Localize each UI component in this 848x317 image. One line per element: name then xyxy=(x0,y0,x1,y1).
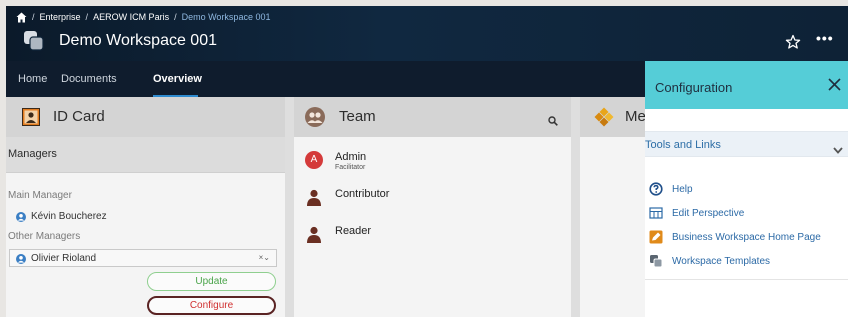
favorite-star-icon[interactable] xyxy=(785,34,801,50)
main-manager-entry[interactable]: Kévin Boucherez xyxy=(16,211,107,222)
breadcrumb-item-aerow[interactable]: AEROW ICM Paris xyxy=(93,12,169,22)
team-header: Team xyxy=(294,97,571,137)
team-member-contributor[interactable]: Contributor xyxy=(305,188,389,206)
tools-and-links-section[interactable]: Tools and Links xyxy=(645,131,848,157)
member-name: Contributor xyxy=(335,188,390,200)
other-managers-label: Other Managers xyxy=(8,231,81,242)
select-clear-toggle[interactable]: ×⌄ xyxy=(259,253,270,262)
other-manager-name: Olivier Rioland xyxy=(31,253,97,264)
breadcrumb-separator: / xyxy=(32,12,35,22)
member-role: Facilitator xyxy=(335,164,366,171)
id-card-panel: ID Card Managers Main Manager Kévin Bouc… xyxy=(6,97,285,317)
main-manager-name: Kévin Boucherez xyxy=(31,211,107,222)
person-icon xyxy=(305,225,323,243)
configuration-title: Configuration xyxy=(655,80,733,95)
id-card-title: ID Card xyxy=(53,108,105,125)
third-panel-title: Me xyxy=(625,108,646,125)
chevron-down-icon[interactable] xyxy=(833,141,843,154)
workspace-title: Demo Workspace 001 xyxy=(59,32,217,49)
team-icon xyxy=(305,107,325,127)
home-icon[interactable] xyxy=(16,12,27,23)
update-button[interactable]: Update xyxy=(147,272,276,291)
link-business-workspace-home-page[interactable]: Business Workspace Home Page xyxy=(649,230,821,244)
person-icon xyxy=(305,188,323,206)
breadcrumb-separator: / xyxy=(174,12,177,22)
templates-icon xyxy=(649,254,663,268)
perspective-icon xyxy=(649,206,663,220)
link-label: Edit Perspective xyxy=(672,207,745,219)
member-name: Admin xyxy=(335,151,367,163)
member-name: Reader xyxy=(335,225,372,237)
breadcrumb-separator: / xyxy=(85,12,89,22)
user-icon xyxy=(16,253,26,264)
team-title: Team xyxy=(339,108,376,125)
breadcrumb: / Enterprise / AEROW ICM Paris / Demo Wo… xyxy=(16,10,270,24)
link-label: Help xyxy=(672,183,693,195)
link-label: Business Workspace Home Page xyxy=(672,231,821,243)
tab-overview[interactable]: Overview xyxy=(153,73,202,85)
help-icon xyxy=(649,182,663,196)
search-icon[interactable] xyxy=(548,113,558,126)
tab-home[interactable]: Home xyxy=(18,73,47,85)
tab-documents[interactable]: Documents xyxy=(61,73,117,85)
breadcrumb-current: Demo Workspace 001 xyxy=(181,12,271,22)
link-workspace-templates[interactable]: Workspace Templates xyxy=(649,254,770,268)
managers-section-header: Managers xyxy=(6,137,285,173)
avatar: A xyxy=(305,151,323,169)
team-member-admin[interactable]: A Admin Facilitator xyxy=(305,151,366,171)
configuration-header: Configuration xyxy=(645,61,848,109)
link-label: Workspace Templates xyxy=(672,255,771,267)
other-managers-select[interactable]: Olivier Rioland ×⌄ xyxy=(9,249,277,267)
more-actions-button[interactable]: ••• xyxy=(816,30,836,46)
divider xyxy=(645,279,848,280)
home-page-icon xyxy=(649,230,663,244)
main-manager-label: Main Manager xyxy=(8,190,72,201)
team-member-reader[interactable]: Reader xyxy=(305,225,371,243)
diamond-icon xyxy=(594,107,614,127)
close-icon[interactable] xyxy=(828,78,841,91)
id-card-icon xyxy=(22,108,40,126)
configure-button[interactable]: Configure xyxy=(147,296,276,315)
breadcrumb-item-enterprise[interactable]: Enterprise xyxy=(40,12,81,22)
workspace-header: / Enterprise / AEROW ICM Paris / Demo Wo… xyxy=(6,6,848,61)
managers-section-label: Managers xyxy=(8,148,57,160)
tools-and-links-label: Tools and Links xyxy=(645,139,721,151)
link-help[interactable]: Help xyxy=(649,182,693,196)
workspace-app: / Enterprise / AEROW ICM Paris / Demo Wo… xyxy=(6,6,848,317)
user-icon xyxy=(16,211,26,222)
link-edit-perspective[interactable]: Edit Perspective xyxy=(649,206,744,220)
configuration-panel: Configuration Tools and Links Help Edit … xyxy=(645,61,848,317)
other-manager-entry: Olivier Rioland xyxy=(16,253,96,264)
workspace-icon xyxy=(23,30,45,52)
team-panel: Team A Admin Facilitator Contributor Rea… xyxy=(294,97,571,317)
id-card-header: ID Card xyxy=(6,97,285,137)
